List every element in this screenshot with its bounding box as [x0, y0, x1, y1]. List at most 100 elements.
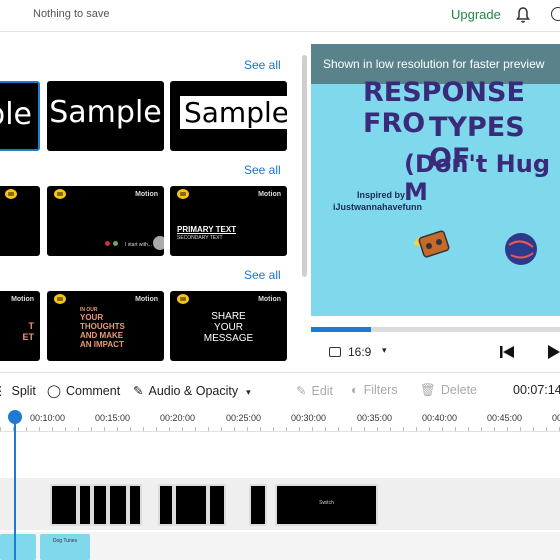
aspect-ratio-label[interactable]: 16:9	[348, 345, 371, 359]
cassette-icon	[413, 230, 450, 258]
filters-label: Filters	[363, 383, 398, 397]
comment-label: Comment	[66, 384, 121, 398]
edit-label: Edit	[311, 384, 334, 398]
thumb-line: YOUR	[80, 313, 104, 322]
timeline-clip[interactable]	[50, 484, 78, 526]
thumb-line: YOUR	[214, 322, 243, 333]
clip-label: Switch	[319, 500, 334, 506]
chevron-down-icon[interactable]: ▾	[382, 345, 387, 356]
skip-back-icon[interactable]	[500, 346, 514, 358]
motion-badge: Motion	[258, 296, 281, 303]
filters-button[interactable]: ◐ Filters	[351, 383, 398, 397]
save-status: Nothing to save	[33, 8, 110, 20]
thumb-text: ple	[0, 97, 32, 132]
motion-thumb[interactable]: Motion IN OUR YOUR THOUGHTS AND MAKE AN …	[47, 291, 164, 361]
thumb-text: Sample	[49, 95, 162, 130]
text-style-thumb[interactable]: ple	[0, 81, 40, 151]
tick-label: 00:40:00	[422, 413, 458, 423]
tick-label: 00:35:00	[357, 413, 393, 423]
scene-thumb[interactable]	[0, 534, 36, 560]
inspired-label: Inspired by	[357, 190, 406, 200]
video-preview[interactable]: Shown in low resolution for faster previ…	[311, 44, 560, 316]
text-style-thumb[interactable]: Sample	[47, 81, 164, 151]
delete-label: Delete	[440, 383, 478, 397]
motion-thumb[interactable]: Motion T ET	[0, 291, 40, 361]
crown-icon	[54, 189, 66, 199]
tick-label: 00:50:00	[552, 413, 560, 423]
thumb-text-block: SHARE YOUR MESSAGE	[170, 311, 287, 344]
tick-label: 00:45:00	[487, 413, 523, 423]
text-style-thumb[interactable]: Sample	[170, 81, 287, 151]
library-scrollbar[interactable]	[302, 55, 307, 277]
progress-fill	[311, 327, 371, 332]
comment-button[interactable]: ◯ Comment	[47, 383, 120, 398]
chevron-down-icon: ▾	[246, 387, 251, 397]
crown-icon	[177, 189, 189, 199]
dot-icon	[105, 241, 110, 246]
thumb-text-block: IN OUR YOUR THOUGHTS AND MAKE AN IMPACT	[80, 307, 125, 349]
current-timecode: 00:07:14	[513, 383, 560, 397]
play-icon[interactable]	[548, 345, 560, 359]
author-label: iJustwannahavefunn	[333, 202, 423, 212]
tick-label: 00:25:00	[226, 413, 262, 423]
motion-badge: Motion	[135, 191, 158, 198]
top-bar: Nothing to save Upgrade	[0, 0, 560, 32]
bell-icon[interactable]	[515, 6, 531, 24]
delete-button[interactable]: 🗑 Delete	[420, 383, 477, 398]
playback-progress[interactable]	[311, 327, 560, 332]
timeline-clip[interactable]	[208, 484, 226, 526]
thumb-line: AN IMPACT	[80, 340, 124, 349]
timeline-clip[interactable]	[92, 484, 108, 526]
pencil-icon: ✎	[296, 384, 307, 398]
playhead-line[interactable]	[14, 420, 16, 560]
pen-icon: ✎	[133, 384, 144, 398]
crown-icon	[5, 189, 17, 199]
timeline-clip[interactable]	[249, 484, 267, 526]
playhead-handle[interactable]	[8, 410, 22, 424]
thumb-line: ET	[22, 332, 34, 342]
scene-thumb[interactable]: Dog Tunes	[40, 534, 90, 560]
thumb-subtitle: SECONDARY TEXT	[177, 235, 223, 241]
timeline-clip[interactable]	[78, 484, 92, 526]
timeline-clip[interactable]	[108, 484, 128, 526]
timeline-clip[interactable]	[174, 484, 208, 526]
motion-badge: Motion	[258, 191, 281, 198]
thumb-line: T	[28, 321, 35, 331]
see-all-link-3[interactable]: See all	[244, 268, 281, 282]
split-button[interactable]: ⋮ Split	[0, 383, 36, 398]
audio-opacity-button[interactable]: ✎ Audio & Opacity ▾	[133, 383, 251, 398]
thumb-line: THOUGHTS	[80, 322, 125, 331]
preview-line: (Don't Hug M	[404, 150, 550, 206]
split-label: Split	[11, 384, 36, 398]
comment-icon: ◯	[47, 384, 61, 398]
see-all-link-1[interactable]: See all	[244, 58, 281, 72]
template-library: See all See all See all ple Sample Sampl…	[0, 33, 309, 370]
audio-opacity-label: Audio & Opacity	[148, 384, 239, 398]
trash-icon: 🗑	[420, 383, 436, 397]
timeline-clip[interactable]	[158, 484, 174, 526]
crown-icon	[177, 294, 189, 304]
timeline-clip[interactable]	[128, 484, 142, 526]
motion-thumb[interactable]: Motion SHARE YOUR MESSAGE	[170, 291, 287, 361]
thumb-line: SHARE	[211, 311, 246, 322]
motion-badge: Motion	[11, 296, 34, 303]
thumb-caption: I start with...	[125, 242, 152, 248]
timeline-ruler[interactable]: 00:10:00 00:15:00 00:20:00 00:25:00 00:3…	[0, 408, 560, 432]
timeline-clip[interactable]: Switch	[275, 484, 378, 526]
cursor-icon	[153, 236, 164, 250]
upgrade-button[interactable]: Upgrade	[451, 7, 501, 22]
see-all-link-2[interactable]: See all	[244, 163, 281, 177]
crown-icon	[54, 294, 66, 304]
thumb-text: Sample	[180, 96, 287, 129]
aspect-ratio-icon[interactable]	[329, 347, 341, 357]
tick-label: 00:30:00	[291, 413, 327, 423]
tick-label: 00:10:00	[30, 413, 66, 423]
motion-thumb[interactable]: Motion I start with...	[47, 186, 164, 256]
edit-button[interactable]: ✎ Edit	[296, 383, 333, 398]
thumb-line: AND MAKE	[80, 331, 124, 340]
thumb-line: MESSAGE	[203, 333, 254, 344]
tick-label: 00:15:00	[95, 413, 131, 423]
motion-thumb[interactable]	[0, 186, 40, 256]
motion-thumb[interactable]: Motion PRIMARY TEXT SECONDARY TEXT	[170, 186, 287, 256]
clock-icon[interactable]	[551, 7, 560, 21]
